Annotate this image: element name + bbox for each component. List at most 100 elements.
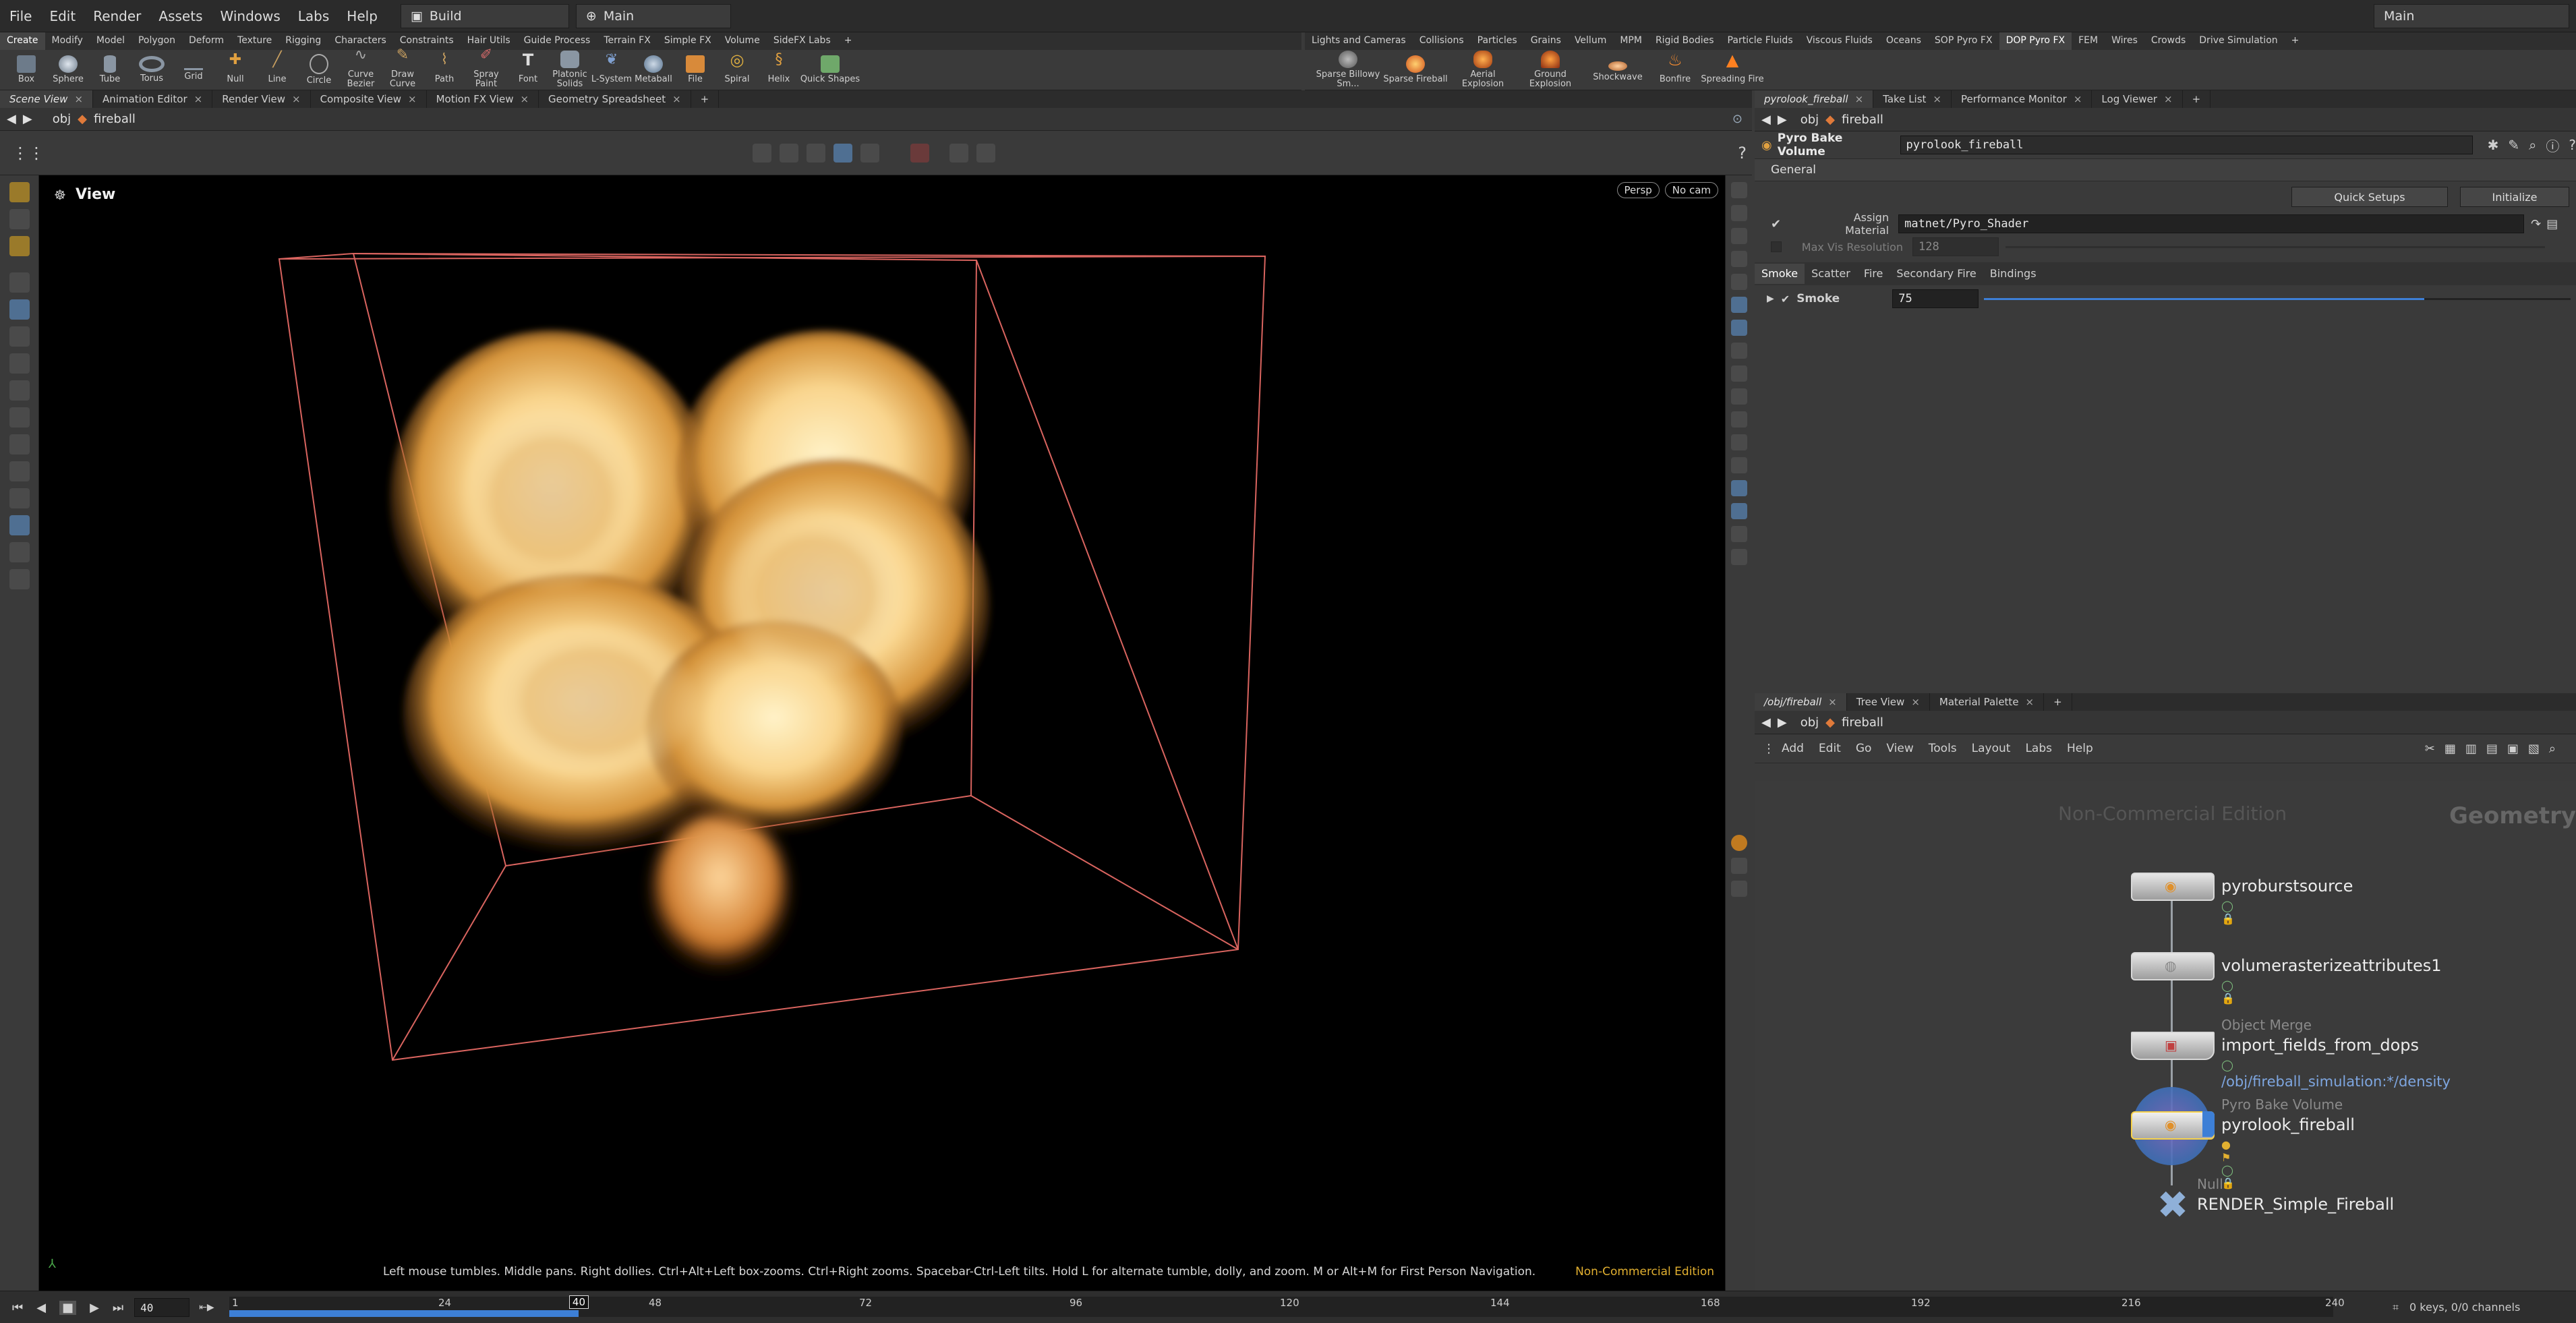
operator-chooser-icon[interactable]: ▤: [2546, 217, 2558, 231]
breadcrumb-fireball[interactable]: fireball: [1842, 113, 1883, 127]
right-desktop-dropdown[interactable]: Main: [2374, 3, 2569, 28]
shelf-tab-guide-process[interactable]: Guide Process: [517, 32, 597, 50]
tab-motion-fx-view[interactable]: Motion FX View ×: [427, 90, 539, 108]
rotate-icon[interactable]: [9, 353, 30, 374]
menu-layout[interactable]: Layout: [1972, 742, 2011, 755]
section-general[interactable]: General: [1771, 163, 1816, 177]
cube-icon[interactable]: [1730, 549, 1747, 565]
grid-menu-icon[interactable]: ⋮⋮: [12, 144, 45, 163]
tab-composite-view[interactable]: Composite View ×: [311, 90, 427, 108]
settings-icon[interactable]: [976, 143, 995, 163]
shelf-tab-vellum[interactable]: Vellum: [1568, 32, 1613, 50]
shelf-tab-particles[interactable]: Particles: [1471, 32, 1524, 50]
close-icon[interactable]: ×: [1828, 696, 1837, 708]
close-icon[interactable]: ×: [1855, 93, 1864, 105]
camera-snap-icon[interactable]: [949, 143, 968, 163]
close-icon[interactable]: ×: [672, 93, 681, 105]
subtab-smoke[interactable]: Smoke: [1755, 264, 1805, 284]
shade-icon[interactable]: [833, 143, 852, 163]
template-icon[interactable]: [1730, 205, 1747, 221]
initialize-dropdown[interactable]: Initialize: [2460, 187, 2569, 207]
arrow-select-icon[interactable]: [9, 272, 30, 293]
shelf-tab-wires[interactable]: Wires: [2105, 32, 2144, 50]
forward-arrow-icon[interactable]: ▶: [23, 112, 32, 126]
menu-render[interactable]: Render: [93, 8, 141, 24]
forward-arrow-icon[interactable]: ▶: [1778, 715, 1787, 730]
select-mode-icon[interactable]: [9, 182, 30, 202]
edge-icon[interactable]: [1730, 388, 1747, 405]
add-shelf-tab-icon[interactable]: +: [2285, 32, 2306, 50]
tool-box[interactable]: Box: [5, 55, 47, 84]
context-dropdown[interactable]: ⊕ Main: [575, 3, 731, 28]
breadcrumb-fireball[interactable]: fireball: [1842, 715, 1883, 730]
tab-log-viewer[interactable]: Log Viewer ×: [2092, 90, 2183, 108]
flipbook-icon[interactable]: [9, 569, 30, 589]
tool-spiral[interactable]: ◎ Spiral: [716, 52, 758, 84]
uv-icon[interactable]: [1730, 365, 1747, 382]
tool-circle[interactable]: Circle: [298, 54, 340, 86]
tab-pyrolook-fireball[interactable]: pyrolook_fireball ×: [1755, 90, 1874, 108]
shelf-tab-terrain-fx[interactable]: Terrain FX: [597, 32, 657, 50]
tool-file[interactable]: File: [674, 55, 716, 84]
menu-labs[interactable]: Labs: [298, 8, 330, 24]
tool-ground-explosion[interactable]: Ground Explosion: [1517, 51, 1584, 89]
shelf-tab-rigid-bodies[interactable]: Rigid Bodies: [1649, 32, 1721, 50]
shelf-tab-lights-and-cameras[interactable]: Lights and Cameras: [1305, 32, 1413, 50]
tab-tree-view[interactable]: Tree View ×: [1847, 693, 1930, 711]
snapshot-icon[interactable]: [1730, 881, 1747, 897]
jump-icon[interactable]: ↷: [2531, 217, 2541, 231]
desktop-dropdown[interactable]: ▣ Build: [400, 3, 569, 28]
tab-animation-editor[interactable]: Animation Editor ×: [93, 90, 213, 108]
tool-sparse-billowy-smoke[interactable]: Sparse Billowy Sm...: [1314, 51, 1382, 89]
shelf-tab-mpm[interactable]: MPM: [1613, 32, 1649, 50]
wire-icon[interactable]: [860, 143, 879, 163]
tab-obj-fireball[interactable]: /obj/fireball ×: [1755, 693, 1847, 711]
close-icon[interactable]: ×: [1933, 93, 1941, 105]
record-icon[interactable]: [910, 143, 929, 163]
add-pane-tab-icon[interactable]: +: [2183, 90, 2211, 108]
assign-material-field[interactable]: matnet/Pyro_Shader: [1898, 214, 2525, 233]
close-icon[interactable]: ×: [520, 93, 529, 105]
shelf-tab-polygon[interactable]: Polygon: [131, 32, 182, 50]
help-icon[interactable]: ?: [1738, 144, 1747, 163]
snap-icon[interactable]: [9, 488, 30, 508]
display-icon[interactable]: [1730, 480, 1747, 496]
stamp-icon[interactable]: [1730, 457, 1747, 473]
view-icon[interactable]: [9, 515, 30, 535]
subtab-bindings[interactable]: Bindings: [1983, 264, 2043, 284]
add-shelf-tab-icon[interactable]: +: [838, 32, 859, 50]
magnet-icon[interactable]: [9, 461, 30, 481]
add-pane-tab-icon[interactable]: +: [691, 90, 720, 108]
tab-render-view[interactable]: Render View ×: [212, 90, 311, 108]
tool-null[interactable]: ✚ Null: [214, 53, 256, 84]
menu-add[interactable]: Add: [1782, 742, 1804, 755]
tab-performance-monitor[interactable]: Performance Monitor ×: [1952, 90, 2092, 108]
shading-icon[interactable]: [1730, 503, 1747, 519]
shelf-tab-particle-fluids[interactable]: Particle Fluids: [1721, 32, 1800, 50]
expand-arrow-icon[interactable]: ▶: [1767, 293, 1774, 304]
primitive-icon[interactable]: [1730, 411, 1747, 428]
menu-go[interactable]: Go: [1856, 742, 1872, 755]
tool-tube[interactable]: Tube: [89, 55, 131, 84]
menu-tools[interactable]: Tools: [1929, 742, 1957, 755]
tool-sphere[interactable]: Sphere: [47, 55, 89, 84]
tumble-icon[interactable]: [753, 143, 771, 163]
persp-menu[interactable]: Persp: [1616, 182, 1660, 198]
tab-take-list[interactable]: Take List ×: [1873, 90, 1952, 108]
breadcrumb-obj[interactable]: obj: [53, 112, 71, 126]
object-select-icon[interactable]: [9, 209, 30, 229]
tool-path[interactable]: ⌇ Path: [423, 53, 465, 84]
bucket-icon[interactable]: [1730, 434, 1747, 450]
tool-shockwave[interactable]: Shockwave: [1584, 57, 1651, 82]
close-icon[interactable]: ×: [292, 93, 301, 105]
menu-edit[interactable]: Edit: [49, 8, 76, 24]
gear-icon[interactable]: ✱: [2488, 137, 2499, 153]
pin-icon[interactable]: ⊙: [1732, 112, 1743, 126]
transform-icon[interactable]: [9, 326, 30, 347]
step-icon[interactable]: ⇤▶: [199, 1302, 214, 1313]
info-icon[interactable]: ⓘ: [2546, 136, 2559, 155]
shelf-tab-rigging[interactable]: Rigging: [279, 32, 328, 50]
tool-spreading-fire[interactable]: ▲ Spreading Fire: [1699, 52, 1766, 84]
close-icon[interactable]: ×: [194, 93, 203, 105]
shelf-tab-grains[interactable]: Grains: [1524, 32, 1568, 50]
